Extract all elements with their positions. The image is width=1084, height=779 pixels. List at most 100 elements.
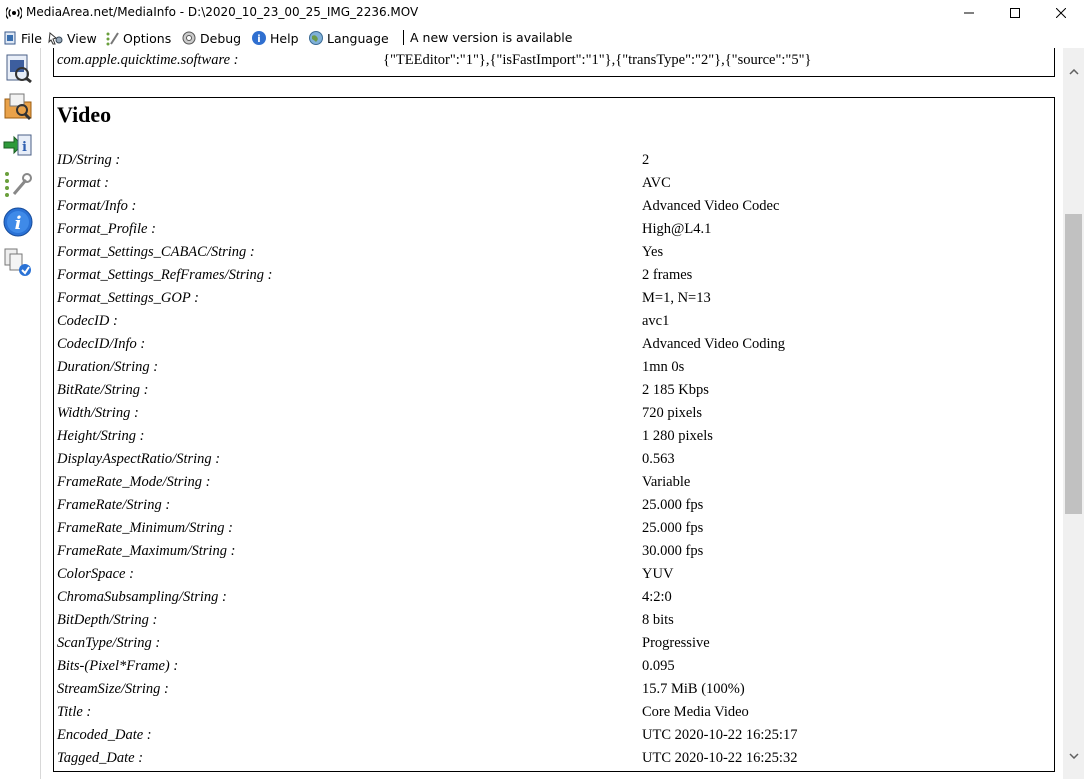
field-row: Format_Settings_GOP : M=1, N=13 [54, 287, 1054, 310]
field-row: ChromaSubsampling/String : 4:2:0 [54, 586, 1054, 609]
field-key: Format_Settings_GOP : [57, 290, 199, 306]
field-row: FrameRate/String : 25.000 fps [54, 494, 1054, 517]
field-key: DisplayAspectRatio/String : [57, 451, 221, 467]
menu-options[interactable]: Options [104, 29, 171, 47]
field-row: Format_Profile : High@L4.1 [54, 218, 1054, 241]
field-value: High@L4.1 [642, 221, 712, 237]
field-row: CodecID : avc1 [54, 310, 1054, 333]
title-bar: MediaArea.net/MediaInfo - D:\2020_10_23_… [0, 0, 1084, 26]
file-menu-icon [2, 30, 18, 46]
menu-options-label: Options [123, 30, 172, 46]
maximize-button[interactable] [992, 0, 1038, 26]
debug-menu-icon [181, 30, 197, 46]
field-row: Title : Core Media Video [54, 701, 1054, 724]
field-value: AVC [642, 175, 671, 191]
field-value: 4:2:0 [642, 589, 672, 605]
field-key: ID/String : [57, 152, 121, 168]
menu-language[interactable]: Language [308, 29, 389, 47]
language-globe-icon [308, 30, 324, 46]
scrollbar-thumb[interactable] [1065, 214, 1082, 514]
vertical-scrollbar[interactable] [1063, 48, 1084, 779]
menu-help-label: Help [270, 30, 299, 46]
field-row: CodecID/Info : Advanced Video Coding [54, 333, 1054, 356]
open-file-button[interactable] [2, 52, 34, 84]
field-row: Format/Info : Advanced Video Codec [54, 195, 1054, 218]
field-key: FrameRate/String : [57, 497, 171, 513]
field-row: Format_Settings_RefFrames/String : 2 fram… [54, 264, 1054, 287]
menu-view[interactable]: View [48, 29, 97, 47]
menu-help[interactable]: i Help [251, 29, 299, 47]
field-key: Encoded_Date : [57, 727, 152, 743]
field-value: 2 [642, 152, 650, 168]
field-value: 1mn 0s [642, 359, 685, 375]
field-row: FrameRate_Maximum/String : 30.000 fps [54, 540, 1054, 563]
sheet-view-button[interactable] [2, 246, 34, 278]
field-value: 1 280 pixels [642, 428, 713, 444]
field-value: 8 bits [642, 612, 674, 628]
open-folder-button[interactable] [2, 90, 34, 122]
field-row: FrameRate_Mode/String : Variable [54, 471, 1054, 494]
chevron-down-icon [1068, 753, 1079, 759]
field-key: ChromaSubsampling/String : [57, 589, 227, 605]
field-value: Variable [642, 474, 691, 490]
field-row: Bits-(Pixel*Frame) : 0.095 [54, 655, 1054, 678]
field-key: FrameRate_Minimum/String : [57, 520, 233, 536]
preferences-icon [5, 172, 32, 197]
close-button[interactable] [1038, 0, 1084, 26]
report-view[interactable]: com.apple.quicktime.software : {"TEEdito… [42, 48, 1062, 779]
field-key: Title : [57, 704, 92, 720]
field-key: Format/Info : [57, 198, 137, 214]
field-key: Format_Settings_RefFrames/String : [57, 267, 273, 283]
field-value: Yes [642, 244, 664, 260]
field-value: UTC 2020-10-22 16:25:32 [642, 750, 798, 766]
menu-debug[interactable]: Debug [181, 29, 241, 47]
field-key: Duration/String : [57, 359, 159, 375]
field-key: Format_Settings_CABAC/String : [57, 244, 255, 260]
minimize-icon [964, 12, 974, 14]
scroll-down-button[interactable] [1063, 746, 1084, 766]
close-icon [1056, 8, 1066, 18]
field-value: avc1 [642, 313, 670, 329]
field-row: Duration/String : 1mn 0s [54, 356, 1054, 379]
about-button[interactable]: i [2, 206, 34, 238]
preferences-button[interactable] [2, 168, 34, 200]
window-title: MediaArea.net/MediaInfo - D:\2020_10_23_… [26, 5, 419, 19]
menu-language-label: Language [327, 30, 389, 46]
field-key: BitRate/String : [57, 382, 149, 398]
field-row: Height/String : 1 280 pixels [54, 425, 1054, 448]
field-row: Tagged_Date : UTC 2020-10-22 16:25:32 [54, 747, 1054, 770]
field-value: Advanced Video Coding [642, 336, 786, 352]
field-value: 720 pixels [642, 405, 703, 421]
menu-file-label: File [21, 30, 42, 46]
field-value: 0.563 [642, 451, 675, 467]
export-button[interactable]: i [2, 130, 34, 162]
menu-file[interactable]: File [2, 29, 42, 47]
field-value: Progressive [642, 635, 710, 651]
minimize-button[interactable] [946, 0, 992, 26]
field-row: BitDepth/String : 8 bits [54, 609, 1054, 632]
field-key: CodecID/Info : [57, 336, 146, 352]
field-row: BitRate/String : 2 185 Kbps [54, 379, 1054, 402]
field-value: UTC 2020-10-22 16:25:17 [642, 727, 798, 743]
scroll-up-button[interactable] [1063, 62, 1084, 82]
chevron-up-icon [1068, 69, 1079, 75]
previous-section-box: com.apple.quicktime.software : {"TEEdito… [53, 48, 1055, 77]
field-value: {"TEEditor":"1"},{"isFastImport":"1"},{"… [383, 52, 812, 68]
update-notice[interactable]: A new version is available [410, 30, 572, 45]
field-row: Format : AVC [54, 172, 1054, 195]
field-value: 25.000 fps [642, 497, 704, 513]
left-toolbar: i i [0, 48, 41, 779]
field-row: DisplayAspectRatio/String : 0.563 [54, 448, 1054, 471]
open-folder-icon [4, 93, 32, 121]
field-key: Format_Profile : [57, 221, 156, 237]
menu-view-label: View [67, 30, 97, 46]
field-key: CodecID : [57, 313, 118, 329]
field-row: ColorSpace : YUV [54, 563, 1054, 586]
menu-separator [403, 30, 404, 45]
view-menu-icon [48, 30, 64, 46]
help-menu-icon: i [251, 30, 267, 46]
field-key: ScanType/String : [57, 635, 161, 651]
field-value: M=1, N=13 [642, 290, 711, 306]
field-row: ScanType/String : Progressive [54, 632, 1054, 655]
field-key: Height/String : [57, 428, 145, 444]
